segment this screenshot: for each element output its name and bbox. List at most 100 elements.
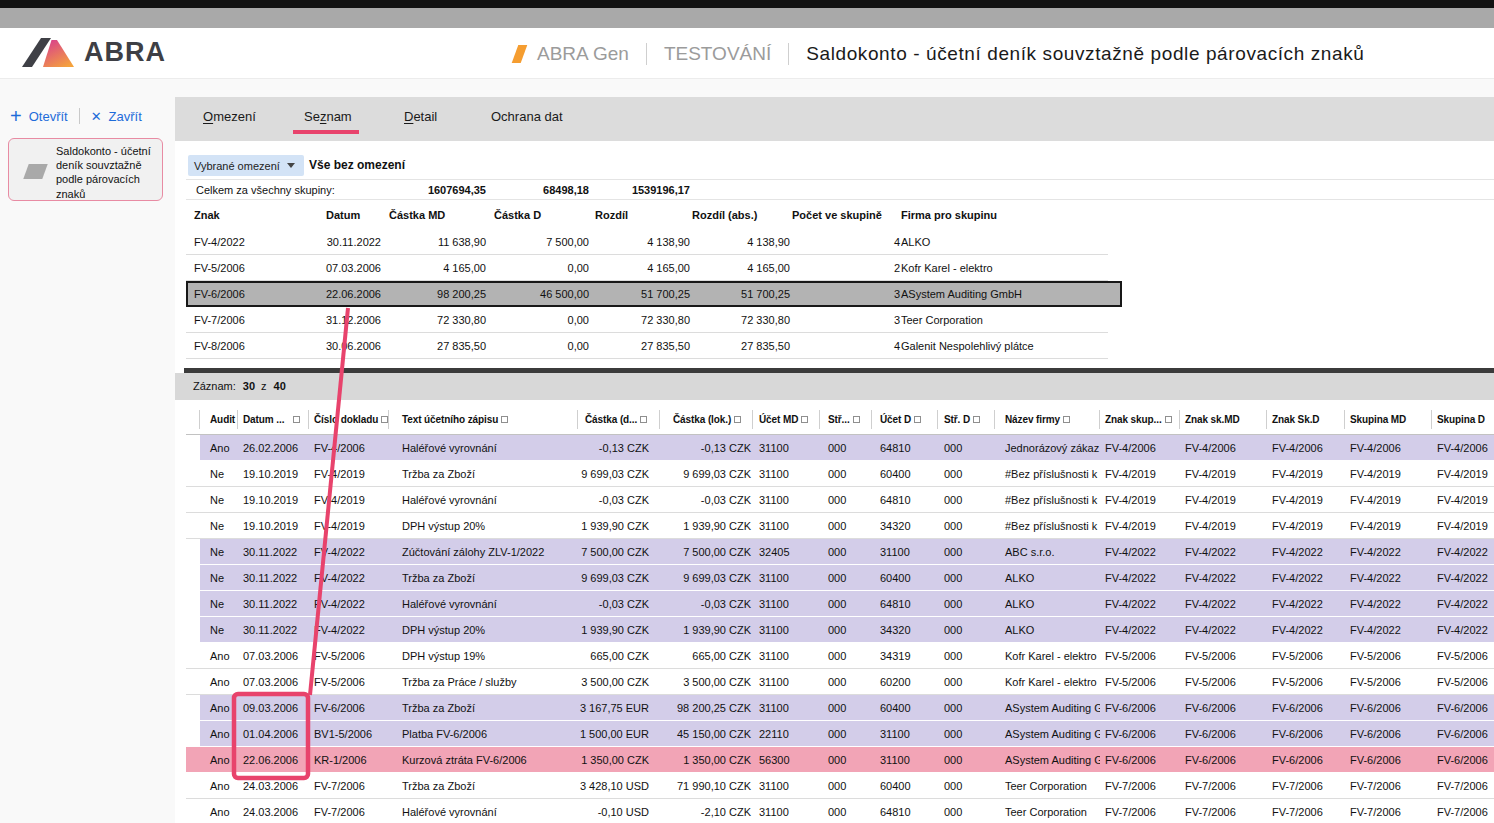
group-col-header[interactable]: Znak <box>186 201 314 229</box>
row-marker-gutter <box>186 747 200 772</box>
journal-table-row[interactable]: Ne30.11.2022FV-4/2022Haléřové vyrovnání-… <box>186 591 1494 617</box>
abra-logo: ABRA <box>22 37 166 68</box>
cell: 1 350,00 CZK <box>578 747 660 772</box>
group-table-row[interactable]: FV-7/200631.12.200672 330,800,0072 330,8… <box>186 307 1122 333</box>
sort-checkbox[interactable] <box>801 416 808 423</box>
cell: -0,13 CZK <box>660 435 753 460</box>
cell: ABC s.r.o. <box>995 539 1100 564</box>
group-col-header[interactable]: Rozdíl (abs.) <box>692 201 792 229</box>
cell: 4 165,00 <box>385 255 490 281</box>
cell: Platba FV-6/2006 <box>389 721 578 746</box>
journal-table-row[interactable]: Ano26.02.2006FV-4/2006Haléřové vyrovnání… <box>186 435 1494 461</box>
journal-table-row[interactable]: Ano01.04.2006BV1-5/2006Platba FV-6/20061… <box>186 721 1494 747</box>
cell: 9 699,03 CZK <box>660 461 753 486</box>
cell: DPH výstup 20% <box>389 513 578 538</box>
journal-col-header[interactable]: Účet D <box>872 405 938 434</box>
group-col-header[interactable]: Částka D <box>490 201 593 229</box>
journal-col-header[interactable]: Skupina D <box>1432 405 1494 434</box>
sort-checkbox[interactable] <box>734 416 741 423</box>
journal-col-header[interactable]: Audit <box>200 405 238 434</box>
journal-table-row[interactable]: Ano22.06.2006KR-1/2006Kurzová ztráta FV-… <box>186 747 1494 773</box>
cell: 34320 <box>872 513 938 538</box>
cell: Ne <box>200 513 238 538</box>
journal-table-row[interactable]: Ano09.03.2006FV-6/2006Tržba za Zboží3 16… <box>186 695 1494 721</box>
tab-omezeni[interactable]: Omezení <box>203 97 256 141</box>
sort-checkbox[interactable] <box>1063 416 1070 423</box>
open-agenda-card[interactable]: Saldokonto - účetnídeník souvztažněpodle… <box>8 138 163 201</box>
row-marker-gutter <box>186 695 200 720</box>
cell: FV-7/2006 <box>1100 773 1180 798</box>
sort-checkbox[interactable] <box>293 416 300 423</box>
journal-col-header[interactable]: Datum ... <box>238 405 309 434</box>
journal-table-row[interactable]: Ne19.10.2019FV-4/2019Haléřové vyrovnání-… <box>186 487 1494 513</box>
journal-table-row[interactable]: Ano07.03.2006FV-5/2006DPH výstup 19%665,… <box>186 643 1494 669</box>
journal-col-header[interactable]: Znak skup... <box>1100 405 1180 434</box>
cell: 30.11.2022 <box>238 591 309 616</box>
journal-col-header[interactable]: Skupina MD <box>1345 405 1432 434</box>
cell: ALKO <box>901 229 1122 255</box>
sort-checkbox[interactable] <box>1165 416 1172 423</box>
journal-table-row[interactable]: Ano24.03.2006FV-7/2006Tržba za Zboží3 42… <box>186 773 1494 799</box>
sort-checkbox[interactable] <box>973 416 980 423</box>
group-col-header[interactable]: Firma pro skupinu <box>901 201 1122 229</box>
app-header: ABRA ABRA Gen TESTOVÁNÍ Saldokonto - úče… <box>0 28 1494 79</box>
sort-checkbox[interactable] <box>853 416 860 423</box>
cell: 000 <box>938 591 995 616</box>
cell: FV-4/2006 <box>1345 435 1432 460</box>
totals-rozdil: 1539196,17 <box>593 181 692 199</box>
group-table-row[interactable]: FV-5/200607.03.20064 165,000,004 165,004… <box>186 255 1122 281</box>
cell: Haléřové vyrovnání <box>389 435 578 460</box>
record-count-value: 30 <box>243 380 255 392</box>
group-col-header[interactable]: Datum <box>314 201 385 229</box>
journal-col-header[interactable]: Znak Sk.D <box>1267 405 1345 434</box>
group-table-row[interactable]: FV-4/202230.11.202211 638,907 500,004 13… <box>186 229 1122 255</box>
journal-col-header[interactable]: Název firmy <box>995 405 1100 434</box>
journal-table-row[interactable]: Ano07.03.2006FV-5/2006Tržba za Práce / s… <box>186 669 1494 695</box>
journal-col-header[interactable]: Text účetního zápisu <box>389 405 578 434</box>
journal-col-header[interactable]: Znak sk.MD <box>1180 405 1267 434</box>
group-col-header[interactable]: Rozdíl <box>593 201 692 229</box>
cell: FV-4/2019 <box>309 487 389 512</box>
cell: 60400 <box>872 773 938 798</box>
journal-table-row[interactable]: Ne30.11.2022FV-4/2022DPH výstup 20%1 939… <box>186 617 1494 643</box>
group-table-row[interactable]: FV-6/200622.06.200698 200,2546 500,0051 … <box>186 281 1122 307</box>
journal-col-header[interactable]: Stř... <box>820 405 872 434</box>
cell: FV-4/2019 <box>1345 487 1432 512</box>
open-button[interactable]: + Otevřít <box>10 109 68 124</box>
cell: FV-4/2019 <box>1100 487 1180 512</box>
journal-table-row[interactable]: Ne30.11.2022FV-4/2022Tržba za Zboží9 699… <box>186 565 1494 591</box>
journal-table-row[interactable]: Ne19.10.2019FV-4/2019DPH výstup 20%1 939… <box>186 513 1494 539</box>
journal-col-header[interactable]: Stř. D <box>938 405 995 434</box>
cell: FV-5/2006 <box>1100 643 1180 668</box>
journal-col-header[interactable]: Částka (d... <box>578 405 660 434</box>
cell: FV-6/2006 <box>1180 721 1267 746</box>
cell: 3 167,75 EUR <box>578 695 660 720</box>
sort-checkbox[interactable] <box>914 416 921 423</box>
journal-table-row[interactable]: Ano24.03.2006FV-7/2006Haléřové vyrovnání… <box>186 799 1494 823</box>
cell: 7 500,00 <box>490 229 593 255</box>
tab-ochrana-dat[interactable]: Ochrana dat <box>491 97 563 141</box>
divider <box>186 199 1494 200</box>
journal-col-header[interactable]: Číslo dokladu <box>309 405 389 434</box>
journal-table-row[interactable]: Ne19.10.2019FV-4/2019Tržba za Zboží9 699… <box>186 461 1494 487</box>
close-button[interactable]: ✕ Zavřít <box>91 109 142 124</box>
group-col-header[interactable]: Částka MD <box>385 201 490 229</box>
group-col-header[interactable]: Počet ve skupině <box>792 201 901 229</box>
sort-checkbox[interactable] <box>501 416 508 423</box>
sort-checkbox[interactable] <box>640 416 647 423</box>
filter-value: Vše bez omezení <box>309 155 405 176</box>
group-table-row[interactable]: FV-8/200630.06.200627 835,500,0027 835,5… <box>186 333 1122 359</box>
sort-checkbox[interactable] <box>381 416 388 423</box>
cell: 665,00 CZK <box>578 643 660 668</box>
abra-gen-window: ABRA ABRA Gen TESTOVÁNÍ Saldokonto - úče… <box>0 0 1494 823</box>
cell: ASystem Auditing G <box>995 695 1100 720</box>
cell: 2 <box>792 255 901 281</box>
tab-seznam[interactable]: Seznam <box>304 97 352 141</box>
filter-dropdown[interactable]: Vybrané omezení <box>188 155 304 176</box>
tab-detail[interactable]: Detail <box>404 97 437 141</box>
journal-col-header[interactable]: Účet MD <box>753 405 820 434</box>
cell: Ano <box>200 799 238 823</box>
row-marker-gutter <box>186 669 200 694</box>
journal-table-row[interactable]: Ne30.11.2022FV-4/2022Zúčtování zálohy ZL… <box>186 539 1494 565</box>
journal-col-header[interactable]: Částka (lok.) <box>660 405 753 434</box>
